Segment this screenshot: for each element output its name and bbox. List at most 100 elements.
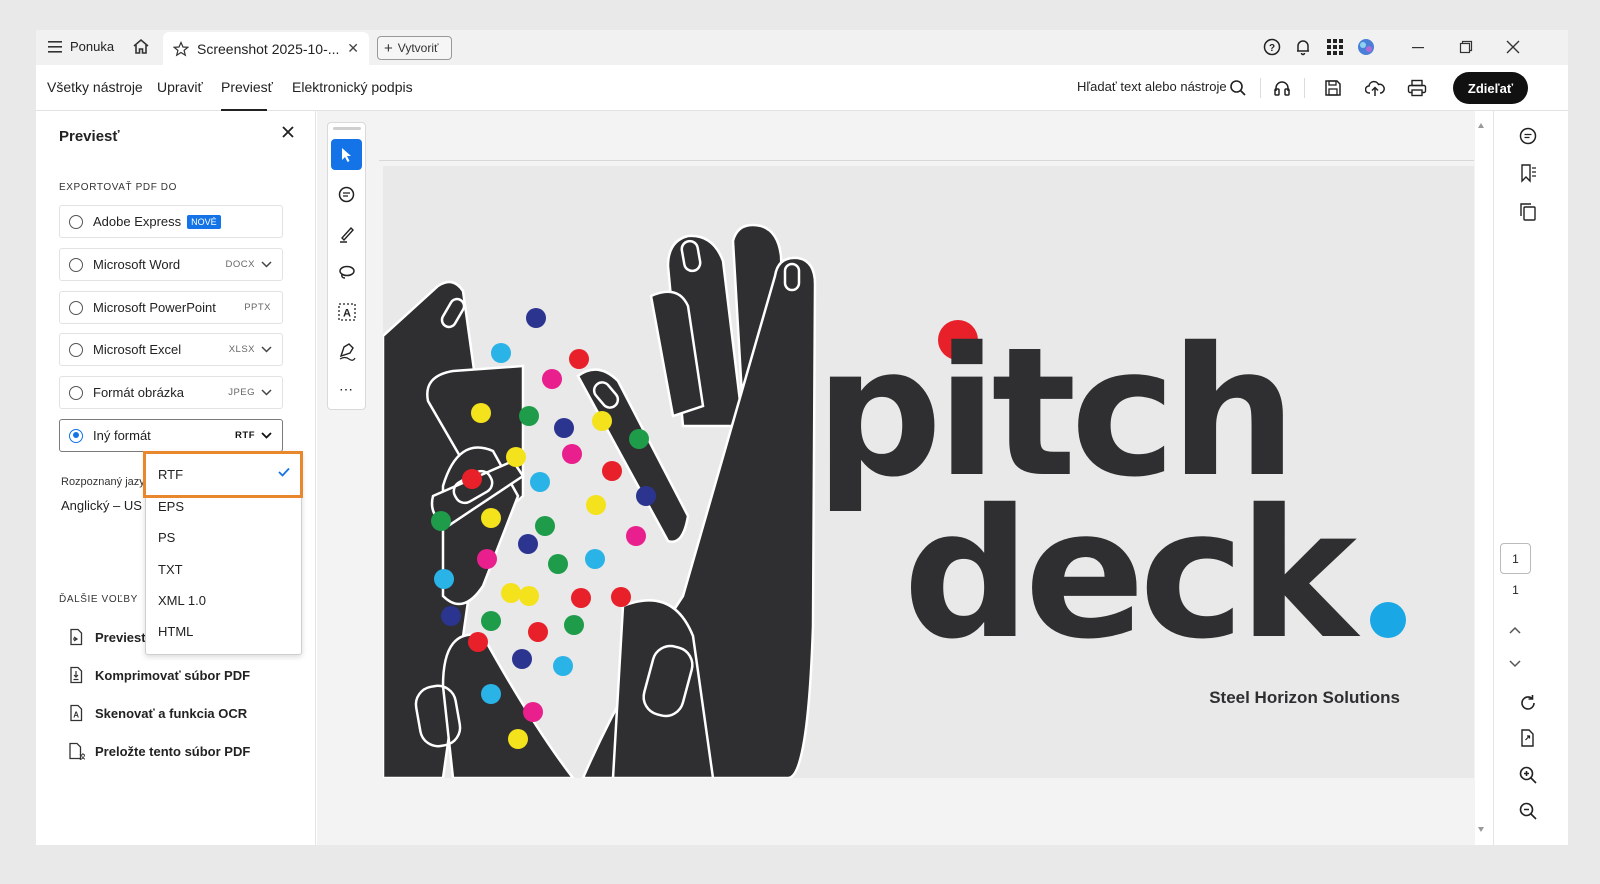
radio-button[interactable] [69,257,83,272]
option-label: Microsoft PowerPoint [93,300,216,315]
chevron-down-icon[interactable] [261,432,273,439]
option-microsoft-powerpoint[interactable]: Microsoft PowerPoint PPTX [59,291,283,324]
recognized-language-label: Rozpoznaný jazy [61,476,145,488]
zoom-out-icon[interactable] [1516,799,1540,823]
restore-icon[interactable] [1455,36,1477,58]
help-icon[interactable]: ? [1261,36,1283,58]
dropdown-option-html[interactable]: HTML [158,624,193,639]
more-item-label: Previesť [95,629,148,645]
option-microsoft-word[interactable]: Microsoft Word DOCX [59,248,283,281]
panel-title: Previesť [59,128,120,145]
dropdown-option-txt[interactable]: TXT [158,562,183,577]
close-window-icon[interactable] [1502,36,1524,58]
comments-panel-icon[interactable] [1516,124,1540,148]
page-top-edge [379,160,1474,161]
radio-button[interactable] [69,385,83,400]
comment-icon[interactable] [331,179,362,210]
star-icon[interactable] [173,40,189,57]
radio-button[interactable] [69,214,83,229]
format-tag: JPEG [228,387,255,398]
radio-button[interactable] [69,342,83,357]
option-label: Iný formát [93,428,151,443]
avatar[interactable] [1355,36,1377,58]
search-tools-label[interactable]: Hľadať text alebo nástroje [1077,79,1227,94]
format-dropdown-menu: RTF EPS PS TXT XML 1.0 HTML [145,451,302,655]
create-button[interactable]: + Vytvoriť [377,36,452,60]
blue-dot-logo [1370,602,1406,638]
tab-title: Screenshot 2025-10-... [197,40,340,57]
dropdown-option-eps[interactable]: EPS [158,499,184,514]
radio-button-selected[interactable] [69,428,83,443]
save-icon[interactable] [1321,76,1345,100]
dropdown-option-rtf[interactable]: RTF [158,467,183,482]
more-tools-icon[interactable]: ⋯ [331,374,362,405]
current-page-input[interactable]: 1 [1500,543,1531,574]
option-image-format[interactable]: Formát obrázka JPEG [59,376,283,409]
total-pages: 1 [1512,583,1519,597]
more-item-label: Preložte tento súbor PDF [95,743,251,759]
select-cursor-icon[interactable] [331,139,362,170]
bookmarks-icon[interactable] [1516,161,1540,185]
sign-pen-icon[interactable] [331,335,362,366]
recognized-language-value[interactable]: Anglický – US [61,498,142,513]
format-tag: PPTX [244,302,271,313]
more-translate[interactable]: 文 Preložte tento súbor PDF [66,741,250,761]
zoom-in-icon[interactable] [1516,763,1540,787]
menu-all-tools[interactable]: Všetky nástroje [47,79,143,95]
print-icon[interactable] [1405,76,1429,100]
menu-convert[interactable]: Previesť [221,79,273,95]
lasso-draw-icon[interactable] [331,257,362,288]
highlight-pen-icon[interactable] [331,218,362,249]
tab-document[interactable]: Screenshot 2025-10-... ✕ [163,32,369,65]
dropdown-option-xml[interactable]: XML 1.0 [158,593,206,608]
page-fit-icon[interactable] [1516,726,1540,750]
share-button[interactable]: Zdieľať [1453,72,1528,104]
format-tag: XLSX [228,344,255,355]
chevron-down-icon[interactable] [1503,652,1527,676]
more-options-heading: ĎALŠIE VOĽBY [59,594,138,605]
option-microsoft-excel[interactable]: Microsoft Excel XLSX [59,333,283,366]
vertical-scrollbar[interactable] [1476,120,1486,835]
format-tag: DOCX [225,259,255,270]
convert-file-icon [66,627,86,647]
headphones-icon[interactable] [1270,76,1294,100]
option-label: Microsoft Excel [93,342,182,357]
rotate-icon[interactable] [1516,691,1540,715]
chevron-down-icon[interactable] [261,261,273,268]
close-tab-icon[interactable]: ✕ [347,40,359,57]
cloud-upload-icon[interactable] [1363,76,1387,100]
scan-ocr-icon: A [66,703,86,723]
search-icon[interactable] [1226,76,1250,100]
more-scan-ocr[interactable]: A Skenovať a funkcia OCR [66,703,247,723]
more-convert[interactable]: Previesť [66,627,148,647]
menu-button[interactable]: Ponuka [48,39,114,54]
format-tag: RTF [235,430,255,441]
text-box-icon[interactable]: A [331,296,362,327]
apps-grid-icon[interactable] [1324,36,1346,58]
minimize-icon[interactable] [1407,36,1429,58]
more-compress[interactable]: Komprimovať súbor PDF [66,665,250,685]
chevron-down-icon[interactable] [261,346,273,353]
pdf-page: pitch deck Steel Horizon Solutions [383,166,1474,778]
right-sidebar: 1 1 [1493,111,1568,845]
drag-handle[interactable] [333,127,361,130]
chevron-up-icon[interactable] [1503,618,1527,642]
option-other-format[interactable]: Iný formát RTF [59,419,283,452]
menu-edit[interactable]: Upraviť [157,79,203,95]
svg-text:?: ? [1269,43,1275,54]
pages-thumbnails-icon[interactable] [1516,200,1540,224]
divider [1304,78,1305,98]
option-adobe-express[interactable]: Adobe Express NOVÉ [59,205,283,238]
app-window: Ponuka Screenshot 2025-10-... ✕ + Vytvor… [36,30,1568,845]
menu-e-signature[interactable]: Elektronický podpis [292,79,413,95]
home-icon[interactable] [131,37,151,57]
chevron-down-icon[interactable] [261,389,273,396]
radio-button[interactable] [69,300,83,315]
svg-text:文: 文 [80,752,86,760]
dropdown-option-ps[interactable]: PS [158,530,175,545]
bell-icon[interactable] [1292,36,1314,58]
more-item-label: Skenovať a funkcia OCR [95,705,248,721]
close-panel-icon[interactable] [282,126,294,138]
option-label: Microsoft Word [93,257,181,272]
option-label: Adobe Express [93,214,182,229]
